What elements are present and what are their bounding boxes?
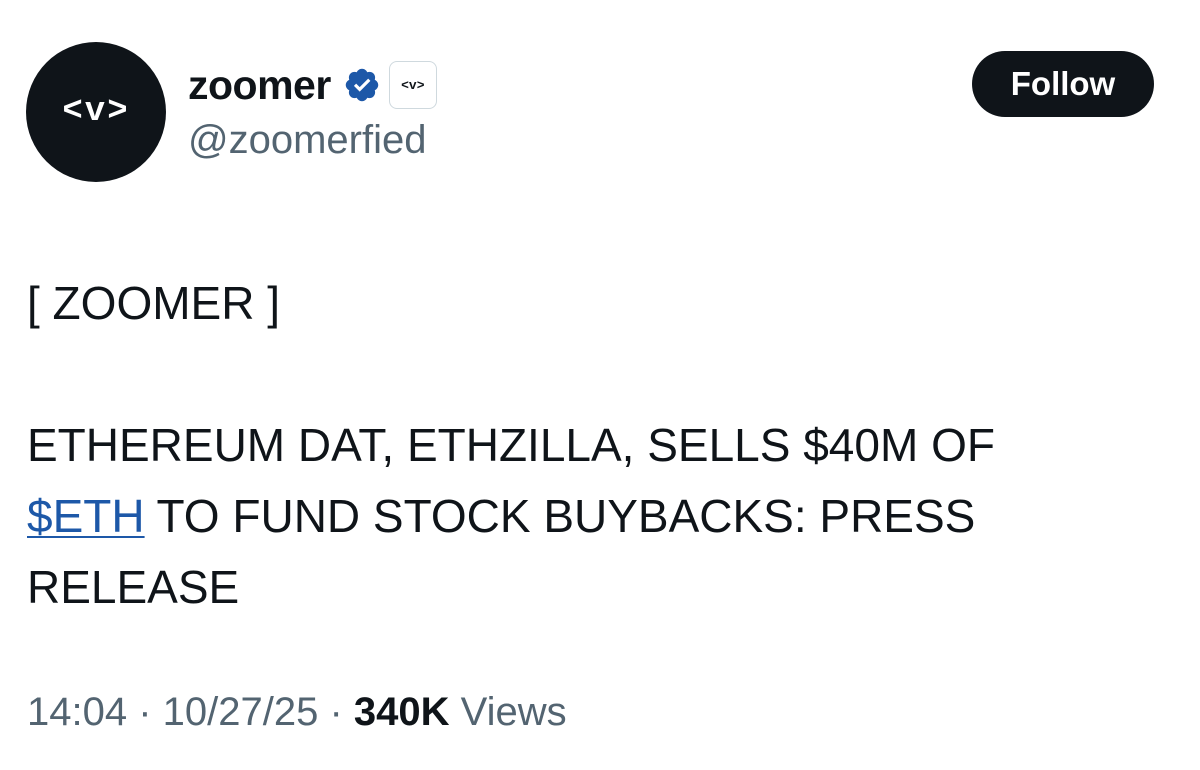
display-name[interactable]: zoomer bbox=[188, 64, 331, 106]
tweet-time[interactable]: 14:04 bbox=[27, 690, 127, 734]
handle[interactable]: @zoomerfied bbox=[188, 118, 437, 162]
tweet-headline: ETHEREUM DAT, ETHZILLA, SELLS $40M OF $ET… bbox=[27, 410, 1167, 623]
meta-separator: · bbox=[127, 690, 163, 734]
views-label: Views bbox=[449, 690, 567, 734]
cashtag-link[interactable]: $ETH bbox=[27, 490, 145, 542]
tweet-meta: 14:04 · 10/27/25 · 340K Views bbox=[27, 692, 567, 732]
tweet-line-2: TO FUND STOCK BUYBACKS: PRESS RELEASE bbox=[27, 490, 976, 613]
affiliate-badge[interactable]: <v> bbox=[388, 61, 437, 109]
tweet-line-1: ETHEREUM DAT, ETHZILLA, SELLS $40M OF bbox=[27, 419, 995, 471]
author-name-row: zoomer <v> bbox=[188, 54, 437, 116]
author-block: zoomer <v> @zoomerfied bbox=[188, 54, 437, 162]
views-count: 340K bbox=[353, 690, 450, 734]
meta-separator: · bbox=[318, 690, 354, 734]
avatar-logo-text: <v> bbox=[62, 93, 130, 131]
avatar[interactable]: <v> bbox=[26, 42, 166, 182]
follow-button[interactable]: Follow bbox=[972, 51, 1154, 117]
tweet-date[interactable]: 10/27/25 bbox=[163, 690, 319, 734]
tweet-header: [ ZOOMER ] bbox=[27, 277, 280, 329]
verified-badge-icon[interactable] bbox=[343, 66, 381, 104]
tweet-text: [ ZOOMER ] ETHEREUM DAT, ETHZILLA, SELLS… bbox=[27, 268, 1167, 623]
